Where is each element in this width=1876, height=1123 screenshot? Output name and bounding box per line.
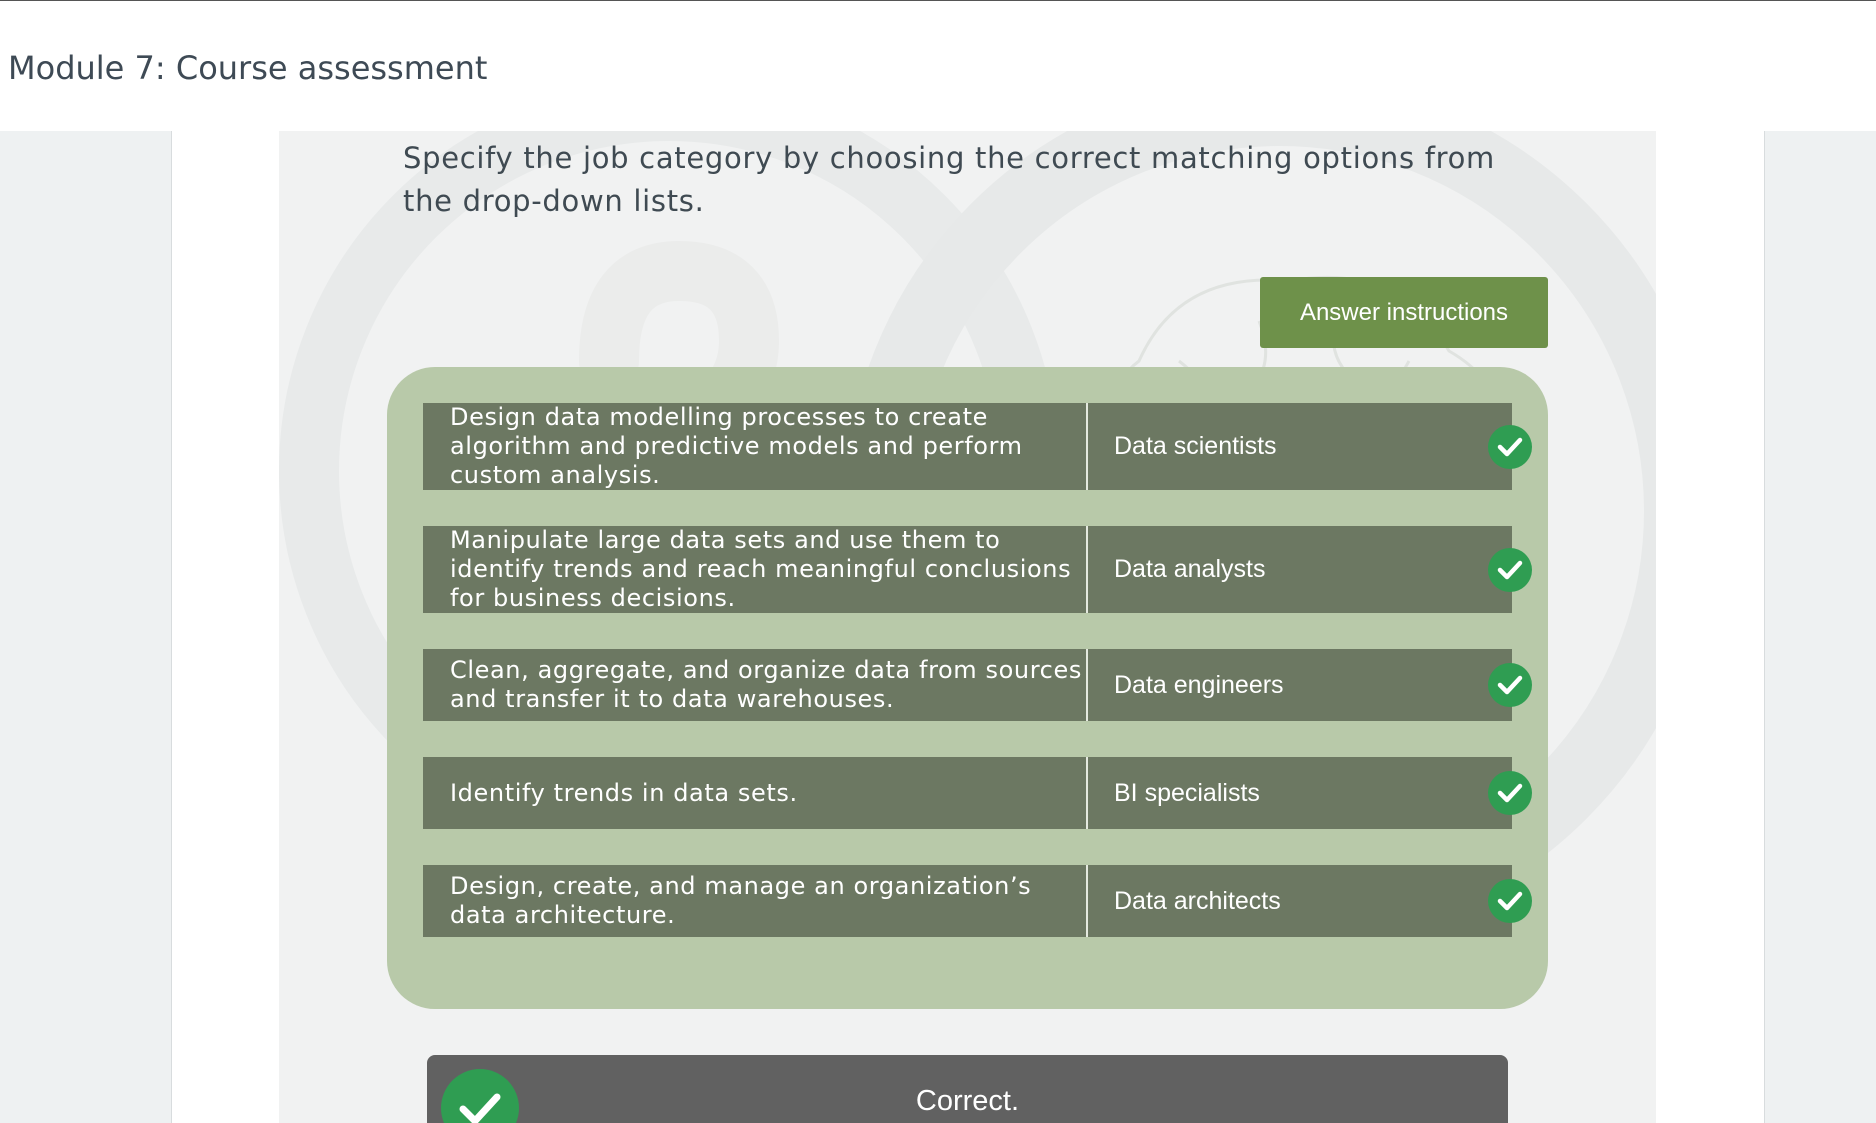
- answer-dropdown[interactable]: BI specialists: [1088, 757, 1512, 829]
- page-header: Module 7: Course assessment: [0, 1, 1876, 131]
- answer-dropdown[interactable]: Data analysts: [1088, 526, 1512, 613]
- question-prompt: Specify the job category by choosing the…: [403, 141, 1495, 218]
- correct-check-icon: [1488, 879, 1532, 923]
- correct-check-icon: [1488, 771, 1532, 815]
- question-area: Specify the job category by choosing the…: [279, 131, 1656, 1123]
- match-description: Design, create, and manage an organizati…: [423, 865, 1088, 937]
- answer-dropdown[interactable]: Data engineers: [1088, 649, 1512, 721]
- match-row: Design, create, and manage an organizati…: [423, 865, 1532, 937]
- match-description: Design data modelling processes to creat…: [423, 403, 1088, 490]
- match-description: Identify trends in data sets.: [423, 757, 1088, 829]
- right-gutter: [1656, 131, 1765, 1123]
- answer-instructions-button[interactable]: Answer instructions: [1260, 277, 1548, 348]
- answer-dropdown[interactable]: Data architects: [1088, 865, 1512, 937]
- correct-check-icon: [1488, 547, 1532, 592]
- matching-panel: Design data modelling processes to creat…: [387, 367, 1548, 1009]
- page-title: Module 7: Course assessment: [8, 49, 488, 87]
- feedback-banner: Correct.: [427, 1055, 1508, 1123]
- match-description: Clean, aggregate, and organize data from…: [423, 649, 1088, 721]
- feedback-message: Correct.: [915, 1085, 1020, 1117]
- answer-dropdown[interactable]: Data scientists: [1088, 403, 1512, 490]
- left-gutter: [171, 131, 280, 1123]
- match-description: Manipulate large data sets and use them …: [423, 526, 1088, 613]
- match-row: Identify trends in data sets. BI special…: [423, 757, 1532, 829]
- match-row: Design data modelling processes to creat…: [423, 403, 1532, 490]
- match-row: Clean, aggregate, and organize data from…: [423, 649, 1532, 721]
- correct-check-icon: [1488, 424, 1532, 469]
- correct-check-icon: [1488, 663, 1532, 707]
- match-row: Manipulate large data sets and use them …: [423, 526, 1532, 613]
